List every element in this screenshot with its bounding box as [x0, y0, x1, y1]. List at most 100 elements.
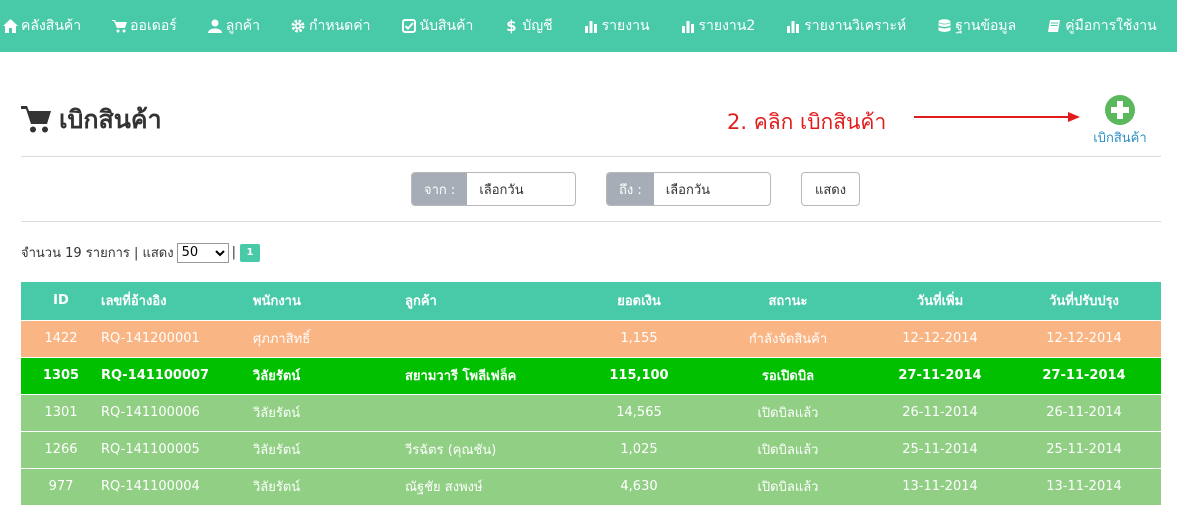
cell-amount: 1,025 — [575, 430, 703, 468]
nav-item-orders[interactable]: ออเดอร์ — [111, 15, 177, 37]
home-icon — [2, 18, 18, 34]
date-to-input[interactable]: เลือกวัน — [653, 173, 723, 205]
add-withdrawal-button[interactable]: เบิกสินค้า — [1090, 95, 1150, 148]
annotation-arrow — [914, 112, 1080, 122]
nav-item-analysis-report[interactable]: รายงานวิเคราะห์ — [785, 15, 906, 37]
nav-item-warehouse[interactable]: คลังสินค้า — [2, 15, 81, 37]
record-count-text: จำนวน 19 รายการ | แสดง — [21, 246, 174, 261]
database-icon — [936, 18, 952, 34]
cell-staff: วิลัยรัตน์ — [253, 467, 405, 505]
cell-customer — [405, 393, 575, 431]
table-header-row: ID เลขที่อ้างอิง พนักงาน ลูกค้า ยอดเงิน … — [21, 282, 1161, 320]
nav-item-settings[interactable]: กำหนดค่า — [290, 15, 371, 37]
nav-label: นับสินค้า — [419, 18, 474, 34]
dollar-icon: $ — [506, 17, 517, 35]
page-title-text: เบิกสินค้า — [59, 105, 162, 134]
cell-staff: วิลัยรัตน์ — [253, 356, 405, 394]
nav-label: คู่มือการใช้งาน — [1065, 18, 1157, 34]
bar-chart-icon — [680, 18, 696, 34]
nav-label: ฐานข้อมูล — [955, 18, 1017, 34]
table-row[interactable]: 977 RQ-141100004 วิลัยรัตน์ ณัฐชัย สงพงษ… — [21, 467, 1161, 505]
cell-date-updated: 25-11-2014 — [1007, 430, 1161, 468]
tutorial-annotation: 2. คลิก เบิกสินค้า — [727, 110, 887, 134]
date-to-label: ถึง : — [607, 173, 654, 205]
page-title: เบิกสินค้า — [21, 100, 162, 140]
cell-date-updated: 13-11-2014 — [1007, 467, 1161, 505]
nav-item-customers[interactable]: ลูกค้า — [207, 15, 260, 37]
header-divider — [21, 156, 1161, 157]
cell-staff: ศุภภาสิทธิ์ — [253, 319, 405, 357]
table-row[interactable]: 1305 RQ-141100007 วิลัยรัตน์ สยามวารี โพ… — [21, 356, 1161, 394]
table-row[interactable]: 1422 RQ-141200001 ศุภภาสิทธิ์ 1,155 กำลั… — [21, 319, 1161, 357]
col-status[interactable]: สถานะ — [703, 282, 873, 320]
date-from-label: จาก : — [412, 173, 468, 205]
date-from-input[interactable]: เลือกวัน — [467, 173, 536, 205]
col-amount[interactable]: ยอดเงิน — [575, 282, 703, 320]
cell-reference[interactable]: RQ-141100006 — [101, 393, 253, 431]
cell-amount: 115,100 — [575, 356, 703, 394]
cell-amount: 1,155 — [575, 319, 703, 357]
nav-item-manual[interactable]: คู่มือการใช้งาน — [1046, 15, 1157, 37]
add-button-label: เบิกสินค้า — [1093, 131, 1147, 146]
cell-date-updated: 12-12-2014 — [1007, 319, 1161, 357]
withdrawal-table: ID เลขที่อ้างอิง พนักงาน ลูกค้า ยอดเงิน … — [21, 282, 1161, 505]
date-to-group: ถึง : เลือกวัน — [606, 172, 771, 206]
cell-amount: 14,565 — [575, 393, 703, 431]
cell-reference[interactable]: RQ-141200001 — [101, 319, 253, 357]
cell-date-added: 27-11-2014 — [873, 356, 1007, 394]
cell-status: เปิดบิลแล้ว — [703, 467, 873, 505]
top-navbar: คลังสินค้า ออเดอร์ ลูกค้า กำหนดค่า นับสิ… — [0, 0, 1177, 52]
nav-label: ออเดอร์ — [130, 18, 177, 34]
cell-id: 1422 — [21, 319, 101, 357]
nav-item-stock-count[interactable]: นับสินค้า — [401, 15, 474, 37]
cell-reference[interactable]: RQ-141100007 — [101, 356, 253, 394]
nav-item-report[interactable]: รายงาน — [583, 15, 650, 37]
col-customer[interactable]: ลูกค้า — [405, 282, 575, 320]
cart-icon — [21, 104, 51, 136]
cell-reference[interactable]: RQ-141100005 — [101, 430, 253, 468]
cell-status: รอเปิดบิล — [703, 356, 873, 394]
table-row[interactable]: 1301 RQ-141100006 วิลัยรัตน์ 14,565 เปิด… — [21, 393, 1161, 431]
cell-amount: 4,630 — [575, 467, 703, 505]
nav-item-database[interactable]: ฐานข้อมูล — [936, 15, 1016, 37]
show-button[interactable]: แสดง — [801, 172, 860, 206]
check-square-icon — [401, 18, 417, 34]
cell-id: 1305 — [21, 356, 101, 394]
cell-customer: ณัฐชัย สงพงษ์ — [405, 467, 575, 505]
cell-date-added: 25-11-2014 — [873, 430, 1007, 468]
col-id[interactable]: ID — [21, 282, 101, 320]
cell-staff: วิลัยรัตน์ — [253, 430, 405, 468]
nav-item-accounting[interactable]: $ บัญชี — [503, 15, 553, 37]
filter-divider — [21, 221, 1161, 222]
nav-label: บัญชี — [522, 18, 553, 34]
date-from-group: จาก : เลือกวัน — [411, 172, 576, 206]
cell-customer: วีรฉัตร (คุณชัน) — [405, 430, 575, 468]
nav-label: รายงานวิเคราะห์ — [804, 18, 907, 34]
listing-summary: จำนวน 19 รายการ | แสดง 50 | 1 — [21, 242, 260, 263]
col-reference[interactable]: เลขที่อ้างอิง — [101, 282, 253, 320]
cell-status: กำลังจัดสินค้า — [703, 319, 873, 357]
pagination-page-1[interactable]: 1 — [240, 243, 260, 262]
cell-staff: วิลัยรัตน์ — [253, 393, 405, 431]
cell-customer — [405, 319, 575, 357]
cell-date-updated: 26-11-2014 — [1007, 393, 1161, 431]
cell-status: เปิดบิลแล้ว — [703, 393, 873, 431]
nav-label: คลังสินค้า — [21, 18, 82, 34]
separator: | — [231, 245, 236, 260]
cart-icon — [111, 18, 127, 34]
gear-icon — [290, 18, 306, 34]
book-icon — [1046, 18, 1062, 34]
col-date-updated[interactable]: วันที่ปรับปรุง — [1007, 282, 1161, 320]
nav-label: กำหนดค่า — [309, 18, 371, 34]
bar-chart-icon — [583, 18, 599, 34]
cell-date-updated: 27-11-2014 — [1007, 356, 1161, 394]
cell-date-added: 12-12-2014 — [873, 319, 1007, 357]
cell-reference[interactable]: RQ-141100004 — [101, 467, 253, 505]
bar-chart-icon — [785, 18, 801, 34]
nav-item-report2[interactable]: รายงาน2 — [680, 15, 755, 37]
col-date-added[interactable]: วันที่เพิ่ม — [873, 282, 1007, 320]
per-page-select[interactable]: 50 — [176, 242, 229, 263]
col-staff[interactable]: พนักงาน — [253, 282, 405, 320]
cell-status: เปิดบิลแล้ว — [703, 430, 873, 468]
table-row[interactable]: 1266 RQ-141100005 วิลัยรัตน์ วีรฉัตร (คุ… — [21, 430, 1161, 468]
